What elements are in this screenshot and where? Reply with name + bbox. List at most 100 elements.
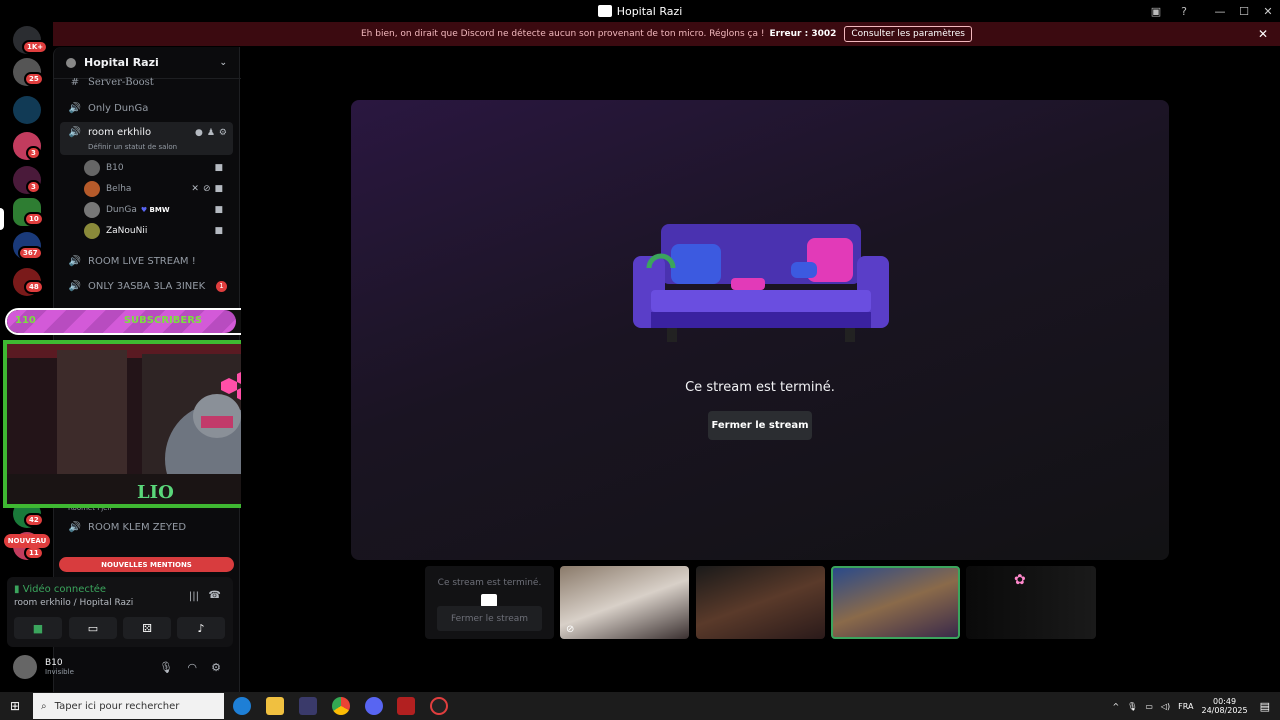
headphones-icon[interactable]: ◠: [187, 661, 197, 674]
gear-icon[interactable]: ⚙: [211, 661, 221, 674]
system-tray: ^ 🎙 ▭ ◁) FRA 00:49 24/08/2025 ▤: [1112, 692, 1280, 720]
couch-illustration: [633, 224, 889, 342]
voice-location[interactable]: room erkhilo / Hopital Razi: [14, 598, 133, 608]
badge: 42: [24, 513, 44, 527]
selected-indicator: [0, 208, 4, 230]
obs-icon[interactable]: [430, 697, 448, 715]
channel-only-3asba[interactable]: 🔊 ONLY 3ASBA 3LA 3INEK 1: [60, 275, 233, 297]
mic-icon[interactable]: 🎙: [159, 661, 173, 674]
camera-button[interactable]: ■: [14, 617, 62, 639]
voicemeeter-icon[interactable]: [397, 697, 415, 715]
network-icon[interactable]: ▭: [1145, 702, 1153, 711]
mic-icon[interactable]: 🎙: [1127, 702, 1137, 711]
camera-icon: ■: [214, 163, 223, 173]
channel-room-klem[interactable]: 🔊 ROOM KLEM ZEYED: [60, 516, 233, 538]
channel-only-dunga[interactable]: 🔊 Only DunGa: [60, 97, 233, 119]
hash-icon: #: [70, 76, 80, 88]
gear-icon[interactable]: ⚙: [219, 128, 227, 138]
invite-icon[interactable]: ♟: [207, 128, 215, 138]
server-icon: [66, 57, 76, 68]
new-mentions-pill[interactable]: NOUVELLES MENTIONS: [59, 557, 234, 572]
new-servers-pill[interactable]: NOUVEAU: [4, 534, 50, 548]
overlay-logo: LIO: [137, 482, 174, 503]
user-name: DunGa: [106, 205, 137, 215]
close-window-button[interactable]: ✕: [1256, 0, 1280, 22]
avatar: [84, 202, 100, 218]
thumbnail-close-button[interactable]: Fermer le stream: [437, 606, 542, 631]
explorer-icon[interactable]: [266, 697, 284, 715]
channel-status[interactable]: Définir un statut de salon: [88, 143, 177, 151]
voice-user[interactable]: Belha ✕ ⊘ ■: [84, 179, 229, 199]
voice-panel: ▮ Vidéo connectée room erkhilo / Hopital…: [7, 577, 233, 647]
badge: 367: [18, 246, 43, 260]
stream-thumbnail[interactable]: [696, 566, 825, 639]
badge: 11: [24, 546, 44, 560]
channel-label: room erkhilo: [88, 127, 152, 138]
clock[interactable]: 00:49 24/08/2025: [1201, 697, 1247, 715]
clock-time: 00:49: [1213, 697, 1237, 706]
activities-button[interactable]: ⚄: [123, 617, 171, 639]
avatar: [84, 181, 100, 197]
voice-user[interactable]: DunGa ♥ BMW ■: [84, 200, 229, 220]
edge-icon[interactable]: [233, 697, 251, 715]
badge: 25: [24, 72, 44, 86]
badge: 10: [24, 212, 44, 226]
volume-icon[interactable]: ◁): [1161, 702, 1170, 711]
chat-icon[interactable]: ●: [195, 128, 203, 138]
language-indicator[interactable]: FRA: [1178, 702, 1193, 711]
camera-icon: ■: [214, 184, 223, 194]
notifications-icon[interactable]: ▤: [1260, 700, 1270, 713]
maximize-button[interactable]: ☐: [1232, 0, 1256, 22]
clock-date: 24/08/2025: [1201, 706, 1248, 715]
flower-icon: ✿: [1014, 572, 1026, 588]
user-tag: ♥ BMW: [141, 206, 170, 214]
help-icon[interactable]: ?: [1176, 3, 1192, 19]
noise-suppression-icon[interactable]: |||: [189, 591, 199, 602]
disconnect-icon[interactable]: ☎: [209, 590, 221, 601]
username: B10: [45, 658, 63, 668]
app-icon: [597, 5, 612, 17]
stream-thumbnail-speaking[interactable]: [831, 566, 960, 639]
channel-server-boost[interactable]: # Server-Boost: [60, 73, 233, 91]
channel-room-erkhilo[interactable]: 🔊 room erkhilo Définir un statut de salo…: [60, 122, 233, 155]
inbox-icon[interactable]: ▣: [1148, 3, 1164, 19]
user-tag-text: BMW: [149, 206, 170, 214]
windows-start-icon[interactable]: ⊞: [10, 699, 20, 713]
open-settings-button[interactable]: Consulter les paramètres: [844, 26, 972, 42]
minimize-button[interactable]: —: [1208, 0, 1232, 22]
thumbnail-text: Ce stream est terminé.: [437, 578, 542, 588]
store-icon[interactable]: [299, 697, 317, 715]
deafen-icon: ⊘: [202, 184, 211, 194]
chevron-up-icon[interactable]: ^: [1112, 702, 1119, 711]
avatar[interactable]: [13, 655, 37, 679]
search-placeholder: Taper ici pour rechercher: [54, 700, 180, 712]
chevron-down-icon: ⌄: [219, 57, 227, 68]
stream-thumbnail[interactable]: ✿: [966, 566, 1096, 639]
stream-thumbnail[interactable]: Ce stream est terminé. Fermer le stream: [425, 566, 554, 639]
voice-user[interactable]: B10 ■: [84, 158, 229, 178]
voice-user[interactable]: ZaNouNii ■: [84, 221, 229, 241]
stream-ended-text: Ce stream est terminé.: [685, 380, 835, 395]
badge: 48: [24, 280, 44, 294]
soundboard-button[interactable]: ♪: [177, 617, 225, 639]
server-icon[interactable]: [13, 96, 41, 124]
badge: 3: [26, 146, 41, 160]
signal-icon: ▮: [14, 584, 20, 595]
stream-thumbnail[interactable]: ⊘: [560, 566, 689, 639]
chrome-icon[interactable]: [332, 697, 350, 715]
channel-room-live[interactable]: 🔊 ROOM LIVE STREAM !: [60, 250, 233, 272]
discord-icon[interactable]: [365, 697, 383, 715]
taskbar: ⊞ ⌕ Taper ici pour rechercher ^ 🎙 ▭ ◁) F…: [0, 692, 1280, 720]
channel-label: ROOM LIVE STREAM !: [88, 255, 196, 267]
user-status: Invisible: [45, 668, 74, 676]
voice-status-text: Vidéo connectée: [22, 584, 107, 595]
user-name: B10: [106, 163, 124, 173]
channel-label: ONLY 3ASBA 3LA 3INEK: [88, 280, 206, 292]
taskbar-search[interactable]: ⌕ Taper ici pour rechercher: [33, 693, 224, 719]
close-icon[interactable]: ✕: [1258, 27, 1268, 41]
channel-label: Only DunGa: [88, 102, 149, 114]
avatar: [84, 160, 100, 176]
close-stream-button[interactable]: Fermer le stream: [708, 411, 812, 440]
badge: 1K+: [22, 40, 49, 54]
screen-share-button[interactable]: ▭: [69, 617, 117, 639]
